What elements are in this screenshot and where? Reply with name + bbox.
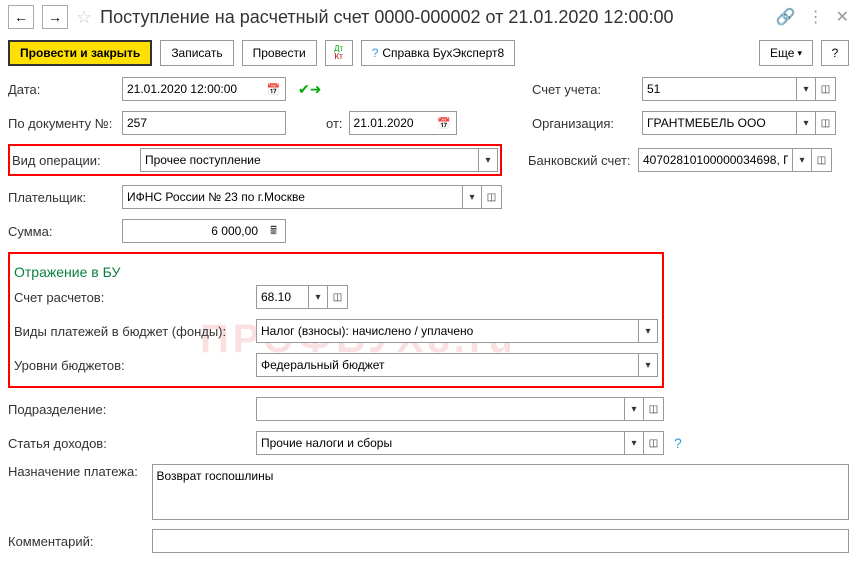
post-and-close-button[interactable]: Провести и закрыть <box>8 40 152 66</box>
org-label: Организация: <box>532 116 636 131</box>
bank-input[interactable] <box>638 148 792 172</box>
bank-dropdown[interactable] <box>792 148 812 172</box>
purpose-label: Назначение платежа: <box>8 464 146 479</box>
account-dropdown[interactable] <box>796 77 816 101</box>
forward-button[interactable]: → <box>42 5 68 29</box>
window-title: Поступление на расчетный счет 0000-00000… <box>100 7 768 28</box>
budget-level-dropdown[interactable] <box>638 353 658 377</box>
from-label: от: <box>326 116 343 131</box>
write-button[interactable]: Записать <box>160 40 233 66</box>
division-open[interactable] <box>644 397 664 421</box>
payment-type-label: Виды платежей в бюджет (фонды): <box>14 324 250 339</box>
division-input[interactable] <box>256 397 624 421</box>
payment-type-input[interactable] <box>256 319 638 343</box>
calc-account-open[interactable] <box>328 285 348 309</box>
check-icon: ✔➜ <box>298 81 321 98</box>
docnum-input[interactable] <box>122 111 286 135</box>
close-icon[interactable]: ✕ <box>836 7 849 27</box>
calculator-icon[interactable]: 🖩 <box>262 219 286 243</box>
budget-level-input[interactable] <box>256 353 638 377</box>
calc-account-label: Счет расчетов: <box>14 290 250 305</box>
division-dropdown[interactable] <box>624 397 644 421</box>
sum-input[interactable] <box>122 219 262 243</box>
income-input[interactable] <box>256 431 624 455</box>
date-input[interactable] <box>122 77 262 101</box>
back-button[interactable]: ← <box>8 5 34 29</box>
sum-label: Сумма: <box>8 224 116 239</box>
link-icon[interactable]: 🔗 <box>776 7 796 27</box>
account-label: Счет учета: <box>532 82 636 97</box>
calc-account-input[interactable] <box>256 285 308 309</box>
more-icon[interactable]: ⋮ <box>808 7 824 27</box>
help-question-button[interactable]: ? <box>821 40 849 66</box>
account-input[interactable] <box>642 77 796 101</box>
bu-section-title: Отражение в БУ <box>14 264 658 280</box>
division-label: Подразделение: <box>8 402 250 417</box>
optype-highlight: Вид операции: <box>8 144 502 176</box>
calendar-icon[interactable]: 📅 <box>262 77 286 101</box>
org-open[interactable] <box>816 111 836 135</box>
comment-label: Комментарий: <box>8 534 146 549</box>
income-open[interactable] <box>644 431 664 455</box>
budget-level-label: Уровни бюджетов: <box>14 358 250 373</box>
comment-input[interactable] <box>152 529 850 553</box>
bank-open[interactable] <box>812 148 832 172</box>
post-button[interactable]: Провести <box>242 40 317 66</box>
from-calendar-icon[interactable]: 📅 <box>433 111 457 135</box>
optype-dropdown[interactable] <box>478 148 498 172</box>
date-label: Дата: <box>8 82 116 97</box>
income-help-icon[interactable]: ? <box>674 435 682 451</box>
payer-dropdown[interactable] <box>462 185 482 209</box>
favorite-star-icon[interactable]: ☆ <box>76 7 92 28</box>
dt-kt-button[interactable]: ДтКт <box>325 40 353 66</box>
bank-label: Банковский счет: <box>528 153 632 168</box>
account-open[interactable] <box>816 77 836 101</box>
payer-input[interactable] <box>122 185 462 209</box>
income-dropdown[interactable] <box>624 431 644 455</box>
optype-label: Вид операции: <box>12 153 140 168</box>
optype-input[interactable] <box>140 148 478 172</box>
bu-section-highlight: Отражение в БУ Счет расчетов: Виды плате… <box>8 252 664 388</box>
docnum-label: По документу №: <box>8 116 116 131</box>
help-button[interactable]: ?Справка БухЭксперт8 <box>361 40 515 66</box>
payer-label: Плательщик: <box>8 190 116 205</box>
more-button[interactable]: Еще ▾ <box>759 40 813 66</box>
payer-open[interactable] <box>482 185 502 209</box>
calc-account-dropdown[interactable] <box>308 285 328 309</box>
purpose-textarea[interactable] <box>152 464 850 520</box>
income-label: Статья доходов: <box>8 436 250 451</box>
payment-type-dropdown[interactable] <box>638 319 658 343</box>
org-input[interactable] <box>642 111 796 135</box>
org-dropdown[interactable] <box>796 111 816 135</box>
from-date-input[interactable] <box>349 111 433 135</box>
